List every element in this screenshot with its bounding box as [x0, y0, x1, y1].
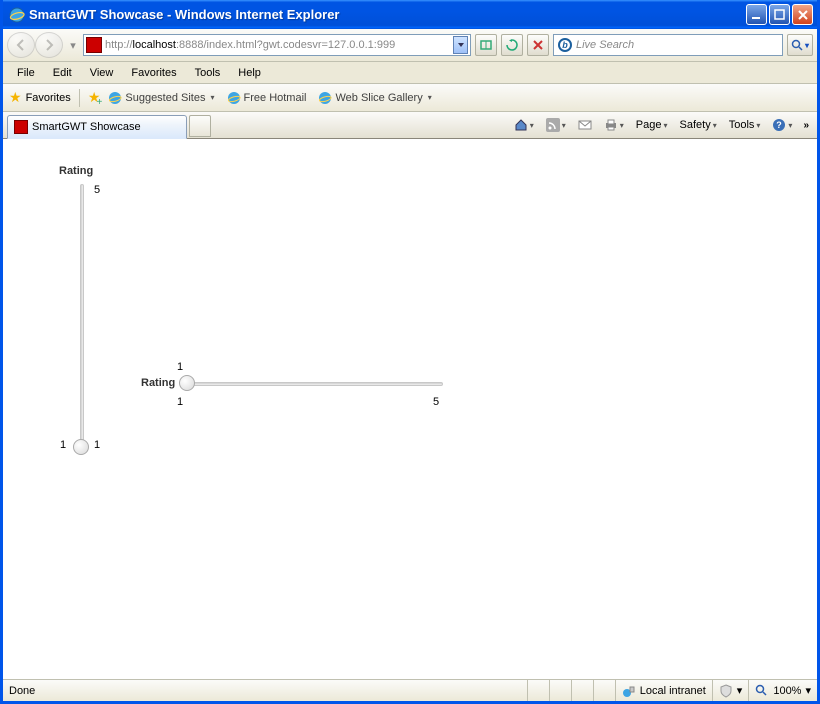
security-zone[interactable]: Local intranet	[615, 680, 712, 701]
star-icon: ★	[9, 89, 22, 106]
free-hotmail-link[interactable]: Free Hotmail	[223, 89, 311, 107]
search-box[interactable]: b Live Search	[553, 34, 783, 56]
help-icon: ?	[772, 118, 786, 132]
compat-view-button[interactable]	[475, 34, 497, 56]
menu-tools[interactable]: Tools	[187, 65, 229, 81]
new-tab-button[interactable]	[189, 115, 211, 137]
refresh-button[interactable]	[501, 34, 523, 56]
printer-icon	[604, 118, 618, 132]
menu-file[interactable]: File	[9, 65, 43, 81]
maximize-button[interactable]	[769, 4, 790, 25]
favorites-label[interactable]: Favorites	[26, 92, 71, 104]
status-bar: Done Local intranet ▾ 100% ▾	[3, 679, 817, 701]
vertical-slider-track[interactable]	[80, 184, 84, 449]
rss-icon	[546, 118, 560, 132]
svg-text:b: b	[562, 40, 568, 50]
tools-menu[interactable]: Tools▾	[724, 114, 766, 136]
favorites-bar: ★ Favorites ★+ Suggested Sites▾ Free Hot…	[3, 84, 817, 112]
command-bar: ▾ ▾ ▾ Page▾ Safety▾ Tools▾ ?▾ »	[509, 114, 813, 138]
zoom-control[interactable]: 100% ▾	[748, 680, 817, 701]
magnifier-icon	[791, 39, 803, 51]
help-button[interactable]: ?▾	[767, 114, 797, 136]
ie-favicon-icon	[318, 91, 332, 105]
shield-icon	[719, 684, 733, 698]
feeds-button[interactable]: ▾	[541, 114, 571, 136]
safety-menu[interactable]: Safety▾	[675, 114, 722, 136]
horizontal-slider-max: 5	[433, 396, 439, 408]
zoom-icon	[755, 684, 769, 698]
svg-text:?: ?	[777, 120, 783, 130]
menu-view[interactable]: View	[82, 65, 122, 81]
horizontal-slider-value: 1	[177, 361, 183, 373]
menu-favorites[interactable]: Favorites	[123, 65, 184, 81]
horizontal-slider-thumb[interactable]	[179, 375, 195, 391]
read-mail-button[interactable]	[573, 114, 597, 136]
ie-favicon-icon	[227, 91, 241, 105]
menu-help[interactable]: Help	[230, 65, 269, 81]
separator	[79, 89, 80, 107]
url-text: http://localhost:8888/index.html?gwt.cod…	[105, 39, 453, 51]
address-bar[interactable]: http://localhost:8888/index.html?gwt.cod…	[83, 34, 471, 56]
vertical-slider-value: 1	[60, 439, 66, 451]
address-dropdown-icon[interactable]	[453, 36, 468, 54]
horizontal-slider-label: Rating	[141, 377, 175, 389]
forward-button[interactable]	[35, 32, 63, 58]
status-panel-1	[527, 680, 549, 701]
close-button[interactable]	[792, 4, 813, 25]
window-title: SmartGWT Showcase - Windows Internet Exp…	[29, 7, 746, 22]
vertical-slider-label: Rating	[59, 165, 93, 177]
web-slice-link[interactable]: Web Slice Gallery▾	[314, 89, 435, 107]
horizontal-slider-min: 1	[177, 396, 183, 408]
window-buttons	[746, 4, 813, 25]
status-panel-3	[571, 680, 593, 701]
vertical-slider-max: 5	[94, 184, 100, 196]
nav-history-dropdown[interactable]: ▾	[67, 39, 79, 52]
intranet-icon	[622, 684, 636, 698]
menu-edit[interactable]: Edit	[45, 65, 80, 81]
page-content: Rating 5 1 1 1 Rating 1 5	[3, 139, 817, 679]
tab-favicon-icon	[14, 120, 28, 134]
site-icon	[86, 37, 102, 53]
title-bar: SmartGWT Showcase - Windows Internet Exp…	[3, 0, 817, 29]
status-panel-4	[593, 680, 615, 701]
mail-icon	[578, 118, 592, 132]
home-button[interactable]: ▾	[509, 114, 539, 136]
tab-title: SmartGWT Showcase	[32, 121, 141, 133]
ie-favicon-icon	[108, 91, 122, 105]
protected-mode[interactable]: ▾	[712, 680, 749, 701]
search-go-button[interactable]: ▾	[787, 34, 813, 56]
status-panel-2	[549, 680, 571, 701]
overflow-button[interactable]: »	[799, 120, 813, 131]
tab-active[interactable]: SmartGWT Showcase	[7, 115, 187, 139]
bing-icon: b	[558, 38, 572, 52]
ie-logo-icon	[9, 7, 25, 23]
horizontal-slider-track[interactable]	[183, 382, 443, 386]
stop-button[interactable]	[527, 34, 549, 56]
home-icon	[514, 118, 528, 132]
nav-toolbar: ▾ http://localhost:8888/index.html?gwt.c…	[3, 29, 817, 62]
suggested-sites-link[interactable]: Suggested Sites▾	[104, 89, 218, 107]
search-placeholder: Live Search	[576, 39, 634, 51]
menu-bar: File Edit View Favorites Tools Help	[3, 62, 817, 84]
minimize-button[interactable]	[746, 4, 767, 25]
print-button[interactable]: ▾	[599, 114, 629, 136]
vertical-slider-thumb[interactable]	[73, 439, 89, 455]
status-text: Done	[3, 685, 527, 697]
tab-bar: SmartGWT Showcase ▾ ▾ ▾ Page▾ Safety▾ To…	[3, 112, 817, 139]
page-menu[interactable]: Page▾	[631, 114, 673, 136]
vertical-slider-min: 1	[94, 439, 100, 451]
add-favorite-icon[interactable]: ★+	[88, 89, 101, 106]
back-button[interactable]	[7, 32, 35, 58]
browser-window: SmartGWT Showcase - Windows Internet Exp…	[0, 0, 820, 704]
